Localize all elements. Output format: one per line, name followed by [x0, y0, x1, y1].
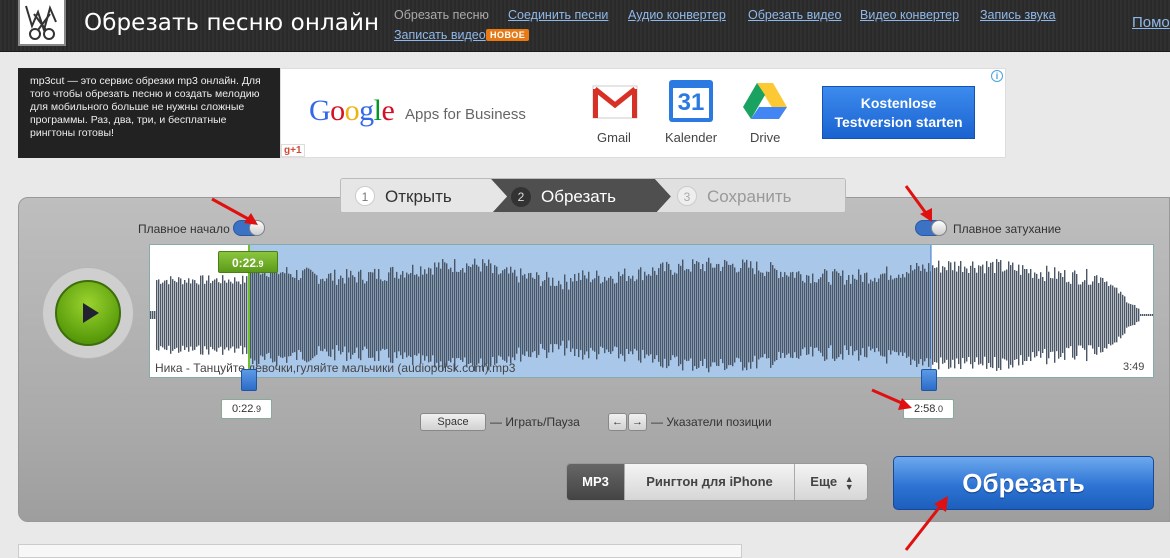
- nav-record-video[interactable]: Записать видео: [394, 28, 486, 42]
- site-title: Обрезать песню онлайн: [84, 10, 380, 36]
- start-time-box[interactable]: 0:22.9: [221, 399, 272, 419]
- end-handle[interactable]: [921, 369, 937, 391]
- gplus-button[interactable]: g+1: [281, 144, 305, 157]
- step-save: 3 Сохранить: [677, 179, 791, 212]
- format-selector: MP3 Рингтон для iPhone Еще ▲ ▼: [566, 463, 868, 501]
- calendar-label: Kalender: [665, 130, 718, 145]
- ad-cta-button[interactable]: Kostenlose Testversion starten: [822, 86, 975, 139]
- red-arrow-icon: [904, 185, 932, 222]
- step-cut: 2 Обрезать: [511, 179, 616, 212]
- nav-cut-song: Обрезать песню: [394, 8, 489, 22]
- calendar-icon: 31: [669, 80, 713, 122]
- right-arrow-key: →: [628, 413, 647, 431]
- steps-bar: 1 Открыть 2 Обрезать 3 Сохранить: [340, 178, 846, 213]
- bottom-strip: [18, 544, 742, 558]
- drive-label: Drive: [750, 130, 781, 145]
- start-handle[interactable]: [241, 369, 257, 391]
- red-arrow-icon: [871, 388, 912, 410]
- play-button[interactable]: [55, 280, 121, 346]
- format-mp3[interactable]: MP3: [567, 464, 625, 500]
- ad-info-icon[interactable]: i: [991, 70, 1003, 82]
- gmail-label: Gmail: [597, 130, 631, 145]
- space-key: Space: [420, 413, 486, 431]
- nav-video-converter[interactable]: Видео конвертер: [860, 8, 959, 22]
- track-name: Ника - Танцуйте девочки,гуляйте мальчики…: [155, 361, 516, 375]
- nav-cut-video[interactable]: Обрезать видео: [748, 8, 841, 22]
- fade-out-label: Плавное затухание: [953, 222, 1062, 236]
- track-duration: 3:49: [1123, 361, 1145, 373]
- left-arrow-key: ←: [608, 413, 627, 431]
- logo-scissors-icon[interactable]: [18, 0, 66, 46]
- red-arrow-icon: [211, 197, 258, 225]
- google-apps-ad[interactable]: Google Apps for Business Gmail 31 Kalend…: [280, 68, 1006, 158]
- waveform[interactable]: [149, 244, 1154, 378]
- nav-audio-converter[interactable]: Аудио конвертер: [628, 8, 726, 22]
- play-icon: [83, 303, 99, 323]
- start-time-flag: 0:22.9: [218, 251, 278, 273]
- google-logo: Google: [309, 94, 395, 127]
- intro-description: mp3cut — это сервис обрезки mp3 онлайн. …: [18, 68, 280, 158]
- apps-for-business-label: Apps for Business: [405, 106, 526, 123]
- drive-icon: [743, 83, 787, 119]
- top-header: Обрезать песню онлайн Обрезать песню Сое…: [0, 0, 1170, 52]
- up-down-chevron-icon: ▲ ▼: [844, 473, 854, 492]
- nav-join-songs[interactable]: Соединить песни: [508, 8, 608, 22]
- new-badge: НОВОЕ: [486, 29, 530, 41]
- position-hint: — Указатели позиции: [651, 415, 772, 429]
- format-iphone-ringtone[interactable]: Рингтон для iPhone: [625, 464, 795, 500]
- red-arrow-icon: [904, 496, 948, 551]
- step-open[interactable]: 1 Открыть: [355, 179, 452, 212]
- format-more[interactable]: Еще ▲ ▼: [795, 464, 867, 500]
- nav-help[interactable]: Помо: [1132, 14, 1170, 31]
- nav-record-sound[interactable]: Запись звука: [980, 8, 1056, 22]
- gmail-icon: [592, 85, 638, 119]
- play-pause-hint: — Играть/Пауза: [490, 415, 580, 429]
